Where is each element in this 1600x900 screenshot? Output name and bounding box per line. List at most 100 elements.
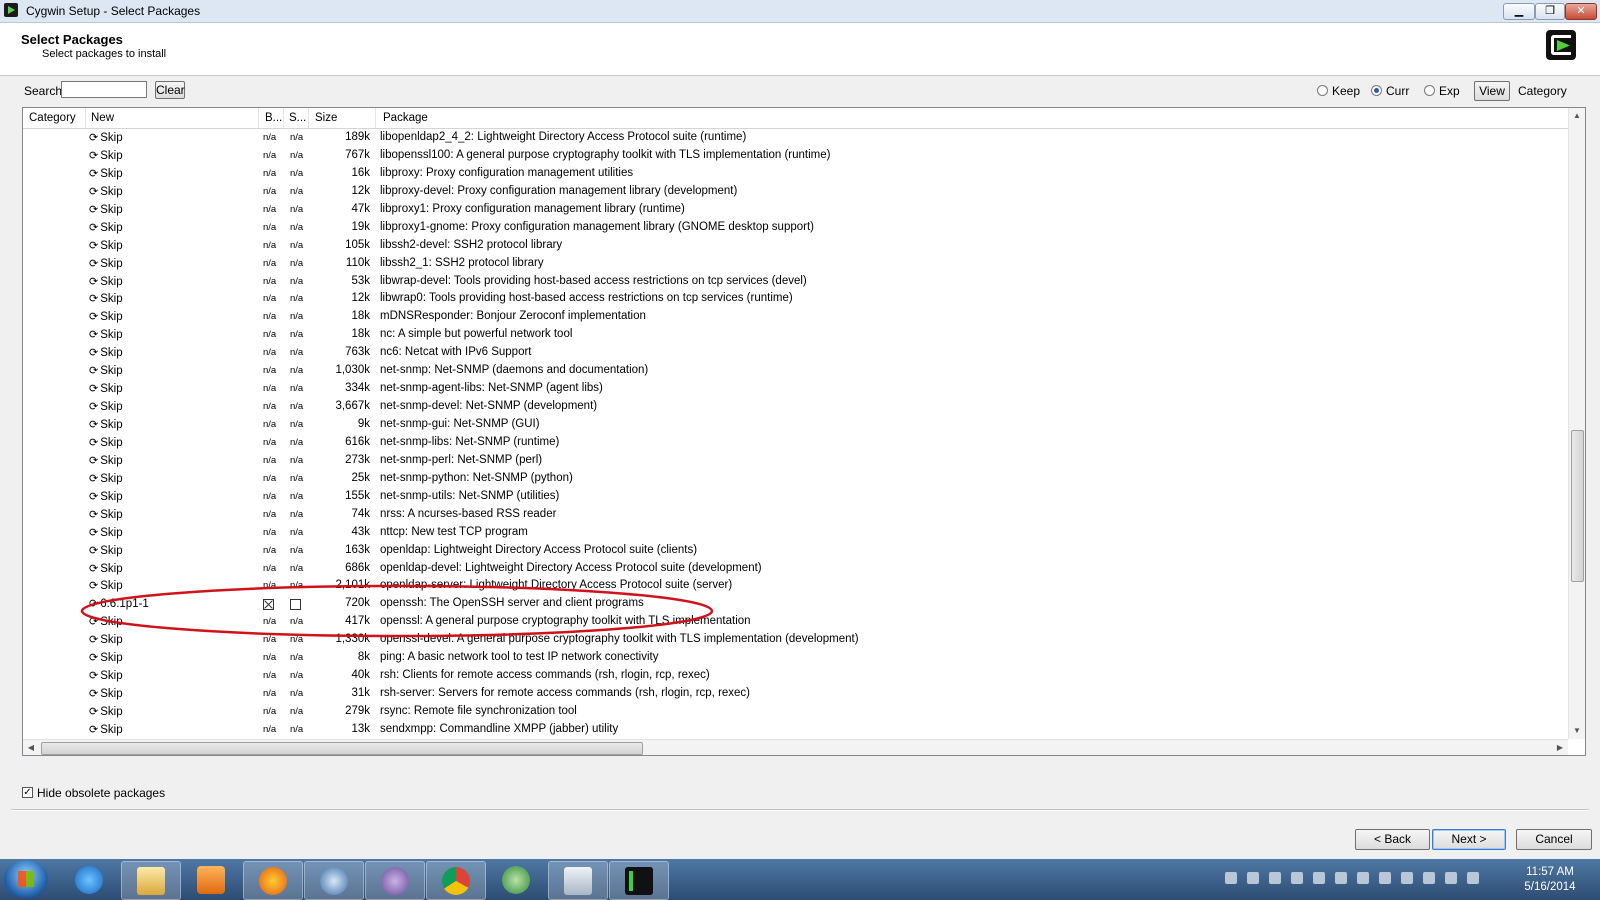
new-action-cell[interactable]: ⟳Skip — [89, 651, 123, 664]
scroll-down-icon[interactable]: ▼ — [1569, 723, 1585, 739]
package-row[interactable]: ⟳ Skip n/a n/a 16k libproxy: Proxy configurat… — [23, 165, 1568, 183]
package-row[interactable]: ⟳ Skip n/a n/a 3,667k net-snmp-devel: Net-SNM… — [23, 398, 1568, 416]
package-row[interactable]: ⟳ Skip n/a n/a 155k net-snmp-utils: Net-SNMP … — [23, 488, 1568, 506]
col-new[interactable]: New — [91, 112, 114, 124]
new-action-cell[interactable]: ⟳Skip — [89, 454, 123, 467]
scroll-right-icon[interactable]: ▶ — [1552, 740, 1568, 755]
cycle-icon[interactable]: ⟳ — [89, 454, 98, 467]
ie-taskbar-icon[interactable] — [60, 861, 118, 898]
minimize-button[interactable]: ▁ — [1503, 3, 1535, 20]
cycle-icon[interactable]: ⟳ — [89, 723, 98, 736]
new-action-cell[interactable]: ⟳Skip — [89, 544, 123, 557]
new-action-cell[interactable]: ⟳Skip — [89, 239, 123, 252]
cycle-icon[interactable]: ⟳ — [89, 221, 98, 234]
package-list[interactable]: Category New B... S... Size Package ⟳ Ski… — [22, 107, 1586, 756]
tray-icon[interactable] — [1357, 872, 1369, 884]
close-button[interactable]: ✕ — [1565, 3, 1597, 20]
cycle-icon[interactable]: ⟳ — [89, 615, 98, 628]
package-row[interactable]: ⟳ Skip n/a n/a 616k net-snmp-libs: Net-SNMP (… — [23, 434, 1568, 452]
cycle-icon[interactable]: ⟳ — [89, 239, 98, 252]
package-row[interactable]: ⟳ Skip n/a n/a 763k nc6: Netcat with IPv6 Sup… — [23, 344, 1568, 362]
cycle-icon[interactable]: ⟳ — [89, 579, 98, 592]
new-action-cell[interactable]: ⟳Skip — [89, 167, 123, 180]
maximize-button[interactable]: ❐ — [1535, 3, 1565, 20]
new-action-cell[interactable]: ⟳Skip — [89, 221, 123, 234]
new-action-cell[interactable]: ⟳Skip — [89, 687, 123, 700]
cycle-icon[interactable]: ⟳ — [89, 292, 98, 305]
package-row[interactable]: ⟳ Skip n/a n/a 417k openssl: A general purpos… — [23, 613, 1568, 631]
hide-obsolete-checkbox[interactable]: ✓ — [22, 787, 33, 798]
package-row[interactable]: ⟳ Skip n/a n/a 105k libssh2-devel: SSH2 proto… — [23, 237, 1568, 255]
src-checkbox-cell[interactable] — [290, 598, 301, 612]
explorer-taskbar-icon[interactable] — [121, 861, 181, 900]
tray-icon[interactable] — [1247, 872, 1259, 884]
new-action-cell[interactable]: ⟳Skip — [89, 669, 123, 682]
cycle-icon[interactable]: ⟳ — [89, 328, 98, 341]
cygwin-taskbar-icon[interactable] — [609, 861, 669, 900]
cycle-icon[interactable]: ⟳ — [89, 544, 98, 557]
cycle-icon[interactable]: ⟳ — [89, 364, 98, 377]
cycle-icon[interactable]: ⟳ — [89, 526, 98, 539]
cycle-icon[interactable]: ⟳ — [89, 508, 98, 521]
col-package[interactable]: Package — [383, 112, 428, 124]
horizontal-scroll-thumb[interactable] — [41, 742, 643, 755]
package-row[interactable]: ⟳ Skip n/a n/a 334k net-snmp-agent-libs: Net-… — [23, 380, 1568, 398]
keep-radio[interactable] — [1317, 85, 1328, 96]
package-row[interactable]: ⟳ Skip n/a n/a 110k libssh2_1: SSH2 protocol … — [23, 255, 1568, 273]
vertical-scroll-thumb[interactable] — [1571, 430, 1584, 582]
package-row[interactable]: ⟳ Skip n/a n/a 8k ping: A basic network tool … — [23, 649, 1568, 667]
package-row[interactable]: ⟳ Skip n/a n/a 43k nttcp: New test TCP progra… — [23, 524, 1568, 542]
new-action-cell[interactable]: ⟳Skip — [89, 436, 123, 449]
package-row[interactable]: ⟳ Skip n/a n/a 163k openldap: Lightweight Dir… — [23, 542, 1568, 560]
system-tray[interactable] — [1225, 872, 1515, 886]
back-button[interactable]: < Back — [1355, 829, 1430, 850]
cycle-icon[interactable]: ⟳ — [89, 436, 98, 449]
package-row[interactable]: ⟳ Skip n/a n/a 74k nrss: A ncurses-based RSS … — [23, 506, 1568, 524]
cycle-icon[interactable]: ⟳ — [89, 257, 98, 270]
cycle-icon[interactable]: ⟳ — [89, 633, 98, 646]
cycle-icon[interactable]: ⟳ — [89, 167, 98, 180]
cycle-icon[interactable]: ⟳ — [89, 490, 98, 503]
col-src[interactable]: S... — [289, 112, 306, 124]
cycle-icon[interactable]: ⟳ — [89, 705, 98, 718]
cycle-icon[interactable]: ⟳ — [89, 149, 98, 162]
exp-radio[interactable] — [1424, 85, 1435, 96]
package-row[interactable]: ⟳ Skip n/a n/a 18k nc: A simple but powerful … — [23, 326, 1568, 344]
vertical-scrollbar[interactable]: ▲ ▼ — [1568, 108, 1585, 739]
search-input[interactable] — [61, 81, 147, 98]
new-action-cell[interactable]: ⟳Skip — [89, 615, 123, 628]
cycle-icon[interactable]: ⟳ — [89, 131, 98, 144]
tray-icon[interactable] — [1225, 872, 1237, 884]
bin-checkbox[interactable] — [263, 599, 274, 611]
package-row[interactable]: ⟳ Skip n/a n/a 189k libopenldap2_4_2: Lightwe… — [23, 129, 1568, 147]
package-row[interactable]: ⟳ Skip n/a n/a 1,030k net-snmp: Net-SNMP (dae… — [23, 362, 1568, 380]
new-action-cell[interactable]: ⟳Skip — [89, 364, 123, 377]
media-player-taskbar-icon[interactable] — [182, 861, 240, 898]
package-row[interactable]: ⟳ Skip n/a n/a 273k net-snmp-perl: Net-SNMP (… — [23, 452, 1568, 470]
src-checkbox[interactable] — [290, 599, 301, 611]
new-action-cell[interactable]: ⟳Skip — [89, 185, 123, 198]
scroll-up-icon[interactable]: ▲ — [1569, 108, 1585, 124]
curr-radio[interactable] — [1371, 85, 1382, 96]
package-row[interactable]: ⟳ 6.6.1p1-1 720k openssh: The OpenSSH serve… — [23, 595, 1568, 613]
new-action-cell[interactable]: ⟳Skip — [89, 292, 123, 305]
network-app-taskbar-icon[interactable] — [487, 861, 545, 898]
new-action-cell[interactable]: ⟳Skip — [89, 705, 123, 718]
package-row[interactable]: ⟳ Skip n/a n/a 25k net-snmp-python: Net-SNMP … — [23, 470, 1568, 488]
new-action-cell[interactable]: ⟳Skip — [89, 328, 123, 341]
cycle-icon[interactable]: ⟳ — [89, 203, 98, 216]
cycle-icon[interactable]: ⟳ — [89, 651, 98, 664]
new-action-cell[interactable]: ⟳Skip — [89, 275, 123, 288]
new-action-cell[interactable]: ⟳Skip — [89, 490, 123, 503]
new-action-cell[interactable]: ⟳Skip — [89, 579, 123, 592]
cycle-icon[interactable]: ⟳ — [89, 400, 98, 413]
pidgin-taskbar-icon[interactable] — [365, 861, 425, 900]
bluetooth-icon[interactable] — [1291, 872, 1303, 884]
antivirus-icon[interactable] — [1313, 872, 1325, 884]
new-action-cell[interactable]: ⟳Skip — [89, 633, 123, 646]
col-size[interactable]: Size — [315, 112, 337, 124]
package-row[interactable]: ⟳ Skip n/a n/a 12k libwrap0: Tools providing … — [23, 290, 1568, 308]
thunderbird-taskbar-icon[interactable] — [304, 861, 364, 900]
tray-icon[interactable] — [1335, 872, 1347, 884]
clock[interactable]: 11:57 AM 5/16/2014 — [1520, 865, 1580, 895]
